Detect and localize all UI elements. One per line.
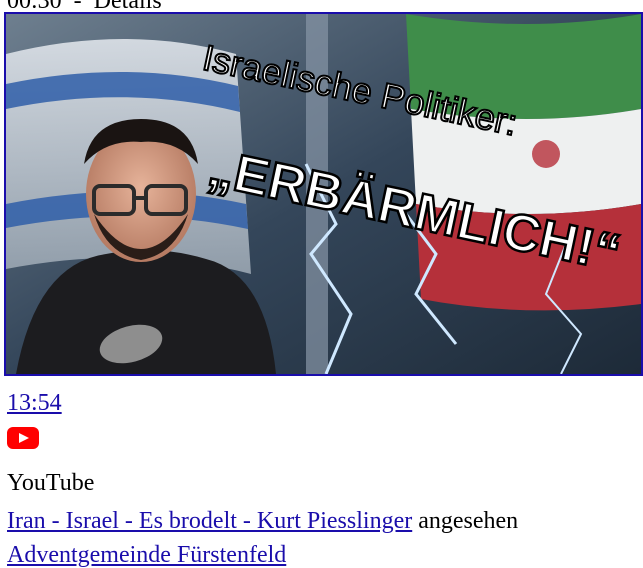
source-label: YouTube xyxy=(7,470,95,496)
video-duration-link[interactable]: 13:54 xyxy=(7,389,62,417)
action-text: angesehen xyxy=(418,508,519,534)
thumbnail-image: Israelische Politiker: „ERBÄRMLICH!“ xyxy=(6,14,641,374)
video-title-link[interactable]: Iran - Israel - Es brodelt - Kurt Piessl… xyxy=(7,508,412,534)
video-thumbnail[interactable]: Israelische Politiker: „ERBÄRMLICH!“ xyxy=(4,12,643,376)
video-result-card: 00:30 - Details Israelische Politiker: „… xyxy=(0,0,643,568)
video-activity-line: Iran - Israel - Es brodelt - Kurt Piessl… xyxy=(7,507,518,535)
youtube-icon xyxy=(7,427,39,449)
channel-link[interactable]: Adventgemeinde Fürstenfeld xyxy=(7,541,286,568)
